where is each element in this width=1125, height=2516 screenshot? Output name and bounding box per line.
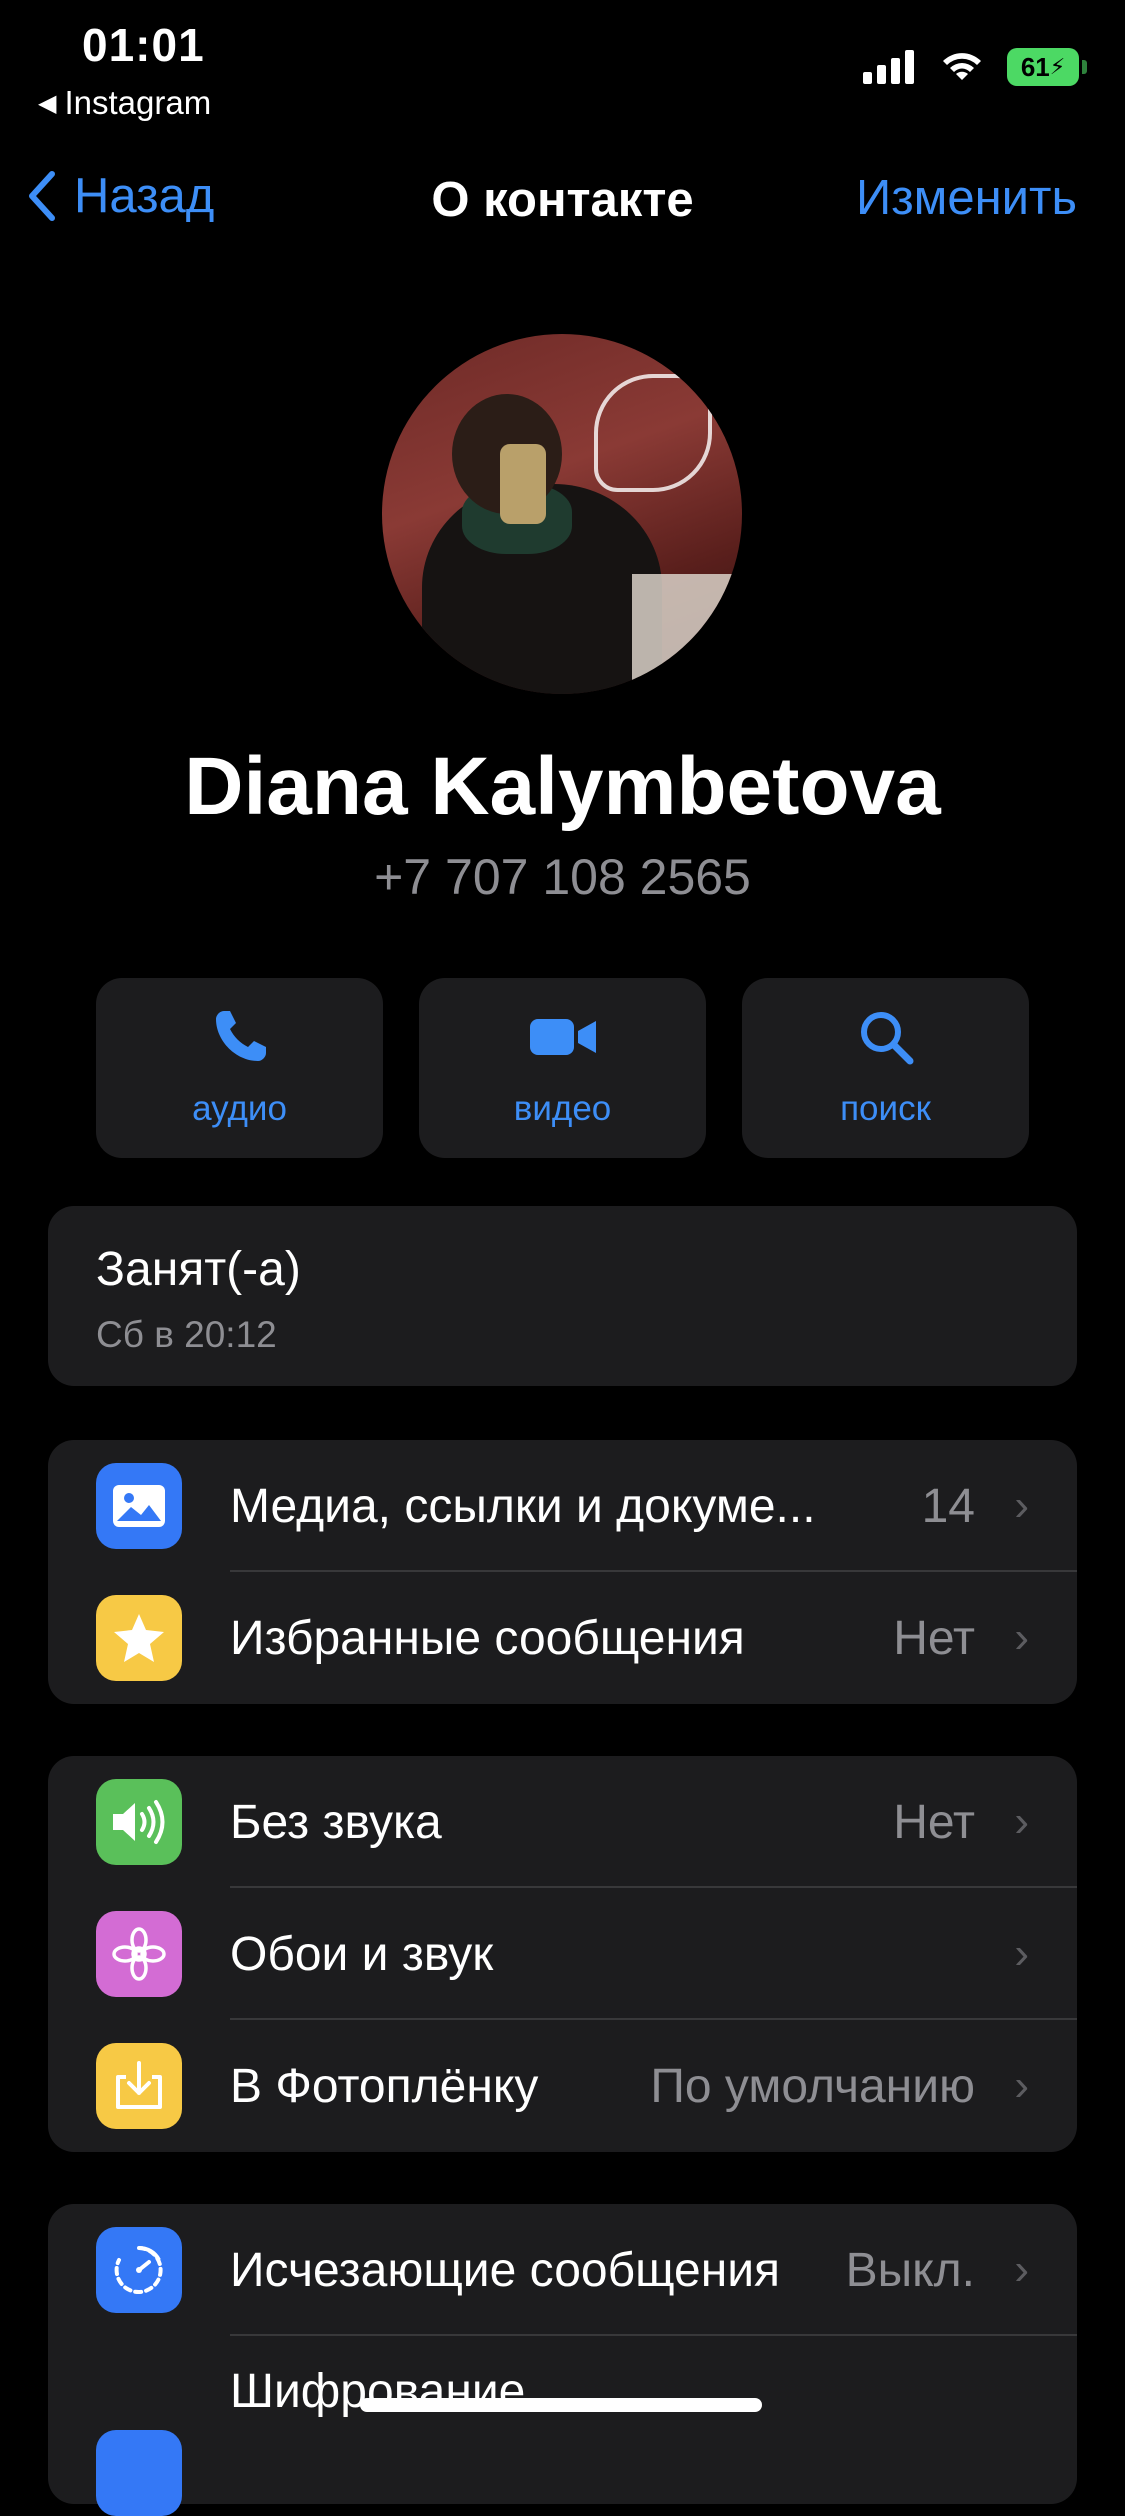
media-links-docs-row[interactable]: Медиа, ссылки и докуме... 14 ›: [48, 1440, 1077, 1572]
chevron-right-icon: ›: [1014, 1797, 1029, 1846]
chevron-right-icon: ›: [1014, 2245, 1029, 2294]
media-count: 14: [921, 1479, 975, 1533]
search-label: поиск: [840, 1089, 931, 1128]
search-button[interactable]: поиск: [742, 978, 1029, 1158]
saved-messages-row[interactable]: Избранные сообщения Нет ›: [48, 1572, 1077, 1704]
save-to-photos-row[interactable]: В Фотоплёнку По умолчанию ›: [48, 2020, 1077, 2152]
last-seen-text: Сб в 20:12: [96, 1314, 277, 1355]
chevron-right-icon: ›: [1014, 2061, 1029, 2110]
save-photos-value: По умолчанию: [650, 2059, 975, 2113]
avatar-phone: [500, 444, 546, 524]
disappearing-value: Выкл.: [845, 2243, 975, 2297]
chevron-right-icon: ›: [1014, 1929, 1029, 1978]
action-buttons: аудио видео поиск: [96, 978, 1029, 1158]
contact-phone[interactable]: +7 707 108 2565: [0, 848, 1125, 906]
wallpaper-label: Обои и звук: [230, 1927, 494, 1981]
download-icon: [96, 2043, 182, 2129]
wifi-icon: [943, 53, 981, 80]
battery-icon: 61 ⚡: [1007, 48, 1087, 86]
save-photos-label: В Фотоплёнку: [230, 2059, 539, 2113]
mute-value: Нет: [893, 1795, 975, 1849]
star-icon: [96, 1595, 182, 1681]
signal-icon: [863, 50, 914, 84]
video-call-button[interactable]: видео: [419, 978, 706, 1158]
disappearing-label: Исчезающие сообщения: [230, 2243, 781, 2297]
timer-icon: [96, 2227, 182, 2313]
contact-status-card: Занят(-а) Сб в 20:12: [48, 1206, 1077, 1386]
status-bar: 01:01 ◀ Instagram 61 ⚡: [0, 0, 1125, 122]
saved-messages-value: Нет: [893, 1611, 975, 1665]
video-icon: [529, 1019, 596, 1055]
lock-icon: [96, 2430, 182, 2516]
audio-call-button[interactable]: аудио: [96, 978, 383, 1158]
disappearing-messages-row[interactable]: Исчезающие сообщения Выкл. ›: [48, 2204, 1077, 2336]
mute-label: Без звука: [230, 1795, 442, 1849]
phone-icon: [215, 1011, 266, 1061]
audio-label: аудио: [192, 1089, 287, 1128]
home-indicator[interactable]: [360, 2398, 762, 2412]
back-app-label: Instagram: [64, 84, 212, 121]
status-text: Занят(-а): [96, 1243, 301, 1296]
back-to-app-link[interactable]: ◀ Instagram: [38, 84, 211, 122]
privacy-group: Исчезающие сообщения Выкл. › Шифрование: [48, 2204, 1077, 2516]
speaker-icon: [96, 1779, 182, 1865]
avatar-wall-art: [594, 374, 712, 492]
edit-button[interactable]: Изменить: [856, 170, 1077, 226]
status-icons: 61 ⚡: [863, 48, 1087, 86]
avatar[interactable]: [382, 334, 742, 694]
video-label: видео: [513, 1089, 612, 1128]
flower-icon: [96, 1911, 182, 1997]
navigation-bar: Назад О контакте Изменить: [0, 160, 1125, 240]
back-triangle-icon: ◀: [38, 89, 57, 117]
chevron-right-icon: ›: [1014, 1481, 1029, 1530]
notifications-group: Без звука Нет › Обои и звук › В Фотоплён…: [48, 1756, 1077, 2152]
mute-row[interactable]: Без звука Нет ›: [48, 1756, 1077, 1888]
saved-messages-label: Избранные сообщения: [230, 1611, 745, 1665]
chevron-right-icon: ›: [1014, 1613, 1029, 1662]
contact-name: Diana Kalymbetova: [184, 741, 941, 832]
media-label: Медиа, ссылки и докуме...: [230, 1479, 816, 1533]
search-icon: [860, 1012, 913, 1065]
battery-level: 61: [1020, 51, 1050, 82]
photo-icon: [96, 1463, 182, 1549]
media-group: Медиа, ссылки и докуме... 14 › Избранные…: [48, 1440, 1077, 1704]
wallpaper-sound-row[interactable]: Обои и звук ›: [48, 1888, 1077, 2020]
avatar-radiator: [632, 574, 742, 694]
status-time: 01:01: [82, 19, 205, 71]
